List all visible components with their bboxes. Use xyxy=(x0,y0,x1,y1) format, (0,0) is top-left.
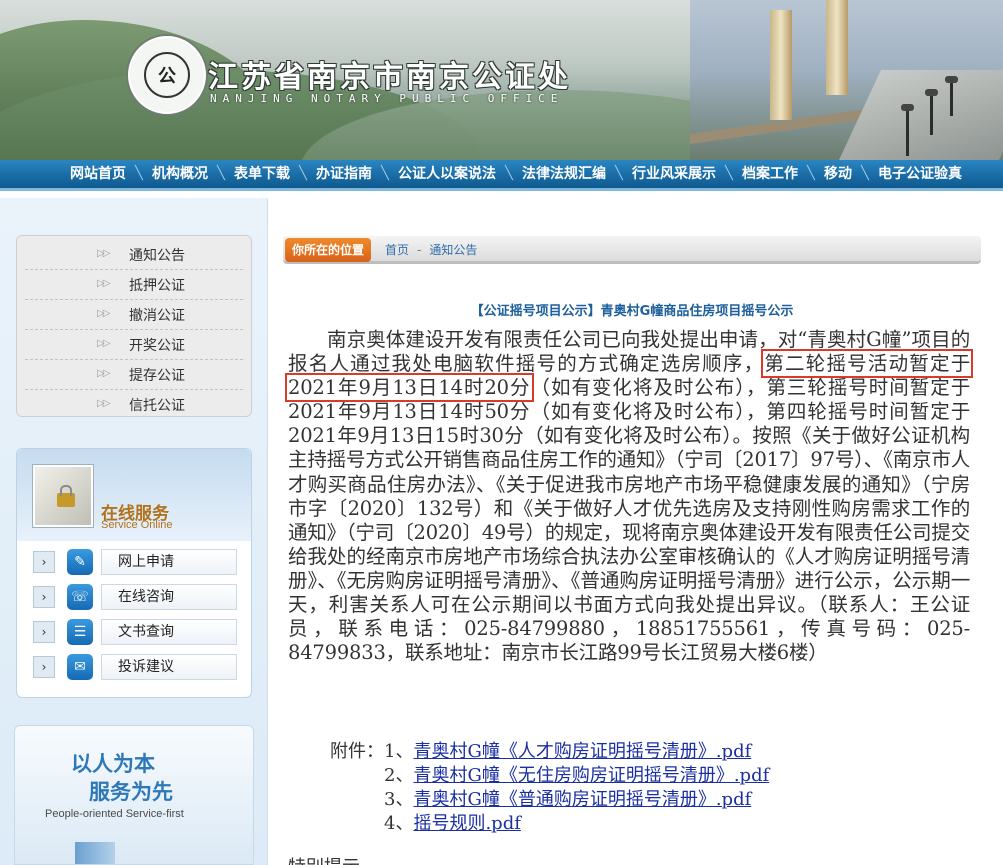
attachment-index: 2、 xyxy=(384,765,414,786)
nav-item-home[interactable]: 网站首页 xyxy=(56,160,138,188)
attachment-index: 4、 xyxy=(384,813,414,834)
site-title: 江苏省南京市南京公证处 xyxy=(208,60,571,95)
double-arrow-icon: ▷▷ xyxy=(97,338,110,349)
double-arrow-icon: ▷▷ xyxy=(97,398,110,409)
lock-icon xyxy=(57,485,75,507)
bridge-tower xyxy=(826,0,848,95)
bridge-tower xyxy=(770,10,792,120)
slogan-line1: 以人为本 xyxy=(71,752,155,776)
attachment-link[interactable]: 青奥村G幢《普通购房证明摇号清册》.pdf xyxy=(413,789,751,810)
street-lamp xyxy=(925,89,938,135)
online-service-subtitle: Service Online xyxy=(101,519,173,531)
attachment-link[interactable]: 摇号规则.pdf xyxy=(413,813,520,834)
breadcrumb-home-link[interactable]: 首页 xyxy=(385,243,409,257)
attachment-index: 1、 xyxy=(384,741,414,762)
article-text-part: （如有变化将及时公布），第三轮摇号时间暂定于2021年9月13日14时50分（如… xyxy=(288,376,970,665)
service-button-label[interactable]: 文书查询 xyxy=(101,619,237,645)
building-image xyxy=(75,842,115,864)
sidebar-item-label: 通知公告 xyxy=(129,247,185,264)
double-arrow-icon: ▷▷ xyxy=(97,308,110,319)
service-complaint[interactable]: › ✉ 投诉建议 xyxy=(33,652,237,682)
attachment-link[interactable]: 青奥村G幢《人才购房证明摇号清册》.pdf xyxy=(413,741,751,762)
nav-item-showcase[interactable]: 行业风采展示 xyxy=(615,160,728,188)
notice-menu: ▷▷ 通知公告 ▷▷ 抵押公证 ▷▷ 撤消公证 ▷▷ 开奖公证 ▷▷ 提存公证 … xyxy=(16,235,252,417)
chevron-right-icon[interactable]: › xyxy=(33,656,55,678)
double-arrow-icon: ▷▷ xyxy=(97,278,110,289)
attachment-link[interactable]: 青奥村G幢《无住房购房证明摇号清册》.pdf xyxy=(413,765,769,786)
online-service-header: 在线服务 Service Online xyxy=(17,449,251,541)
street-lamp xyxy=(945,76,958,116)
nav-item-mobile[interactable]: 移动 xyxy=(807,160,864,188)
site-banner: 公 江苏省南京市南京公证处 NANJING NOTARY PUBLIC OFFI… xyxy=(0,0,1003,160)
chevron-right-icon[interactable]: › xyxy=(33,551,55,573)
sidebar-item-lottery[interactable]: ▷▷ 开奖公证 xyxy=(25,330,243,360)
sidebar-item-escrow[interactable]: ▷▷ 提存公证 xyxy=(25,360,243,390)
attachment-row: 4、摇号规则.pdf xyxy=(330,812,980,836)
breadcrumb-path: 首页 - 通知公告 xyxy=(385,241,477,258)
breadcrumb-separator: - xyxy=(417,243,422,257)
service-button-label[interactable]: 在线咨询 xyxy=(101,584,237,610)
attachment-row: 附件：1、青奥村G幢《人才购房证明摇号清册》.pdf xyxy=(330,740,980,764)
main-nav: 网站首页 机构概况 表单下载 办证指南 公证人以案说法 法律法规汇编 行业风采展… xyxy=(0,160,1003,191)
seal-glyph: 公 xyxy=(144,52,190,98)
mouse-lock-image xyxy=(33,465,93,527)
attachment-row: 2、青奥村G幢《无住房购房证明摇号清册》.pdf xyxy=(330,764,980,788)
sidebar-item-trust[interactable]: ▷▷ 信托公证 xyxy=(25,390,243,420)
sidebar-item-label: 撤消公证 xyxy=(129,307,185,324)
nav-item-guide[interactable]: 办证指南 xyxy=(299,160,384,188)
double-arrow-icon: ▷▷ xyxy=(97,248,110,259)
nav-item-cases[interactable]: 公证人以案说法 xyxy=(381,160,508,188)
online-service-panel: 在线服务 Service Online › ✎ 网上申请 › ☏ 在线咨询 › … xyxy=(16,448,252,698)
sidebar-item-label: 抵押公证 xyxy=(129,277,185,294)
nav-item-laws[interactable]: 法律法规汇编 xyxy=(505,160,618,188)
service-button-label[interactable]: 投诉建议 xyxy=(101,654,237,680)
slogan-banner: 以人为本 服务为先 People-oriented Service-first xyxy=(14,725,254,865)
attachments-label: 附件： xyxy=(330,741,384,762)
attachments-list: 附件：1、青奥村G幢《人才购房证明摇号清册》.pdf 2、青奥村G幢《无住房购房… xyxy=(330,740,980,836)
service-button-label[interactable]: 网上申请 xyxy=(101,549,237,575)
nav-item-forms[interactable]: 表单下载 xyxy=(217,160,302,188)
sidebar-item-label: 提存公证 xyxy=(129,367,185,384)
sidebar-item-label: 开奖公证 xyxy=(129,337,185,354)
sidebar: ▷▷ 通知公告 ▷▷ 抵押公证 ▷▷ 撤消公证 ▷▷ 开奖公证 ▷▷ 提存公证 … xyxy=(0,198,268,865)
slogan-english: People-oriented Service-first xyxy=(45,808,184,820)
nav-item-about[interactable]: 机构概况 xyxy=(135,160,220,188)
breadcrumb-location-tag: 你所在的位置 xyxy=(285,238,371,262)
service-document-query[interactable]: › ☰ 文书查询 xyxy=(33,617,237,647)
sidebar-item-label: 信托公证 xyxy=(129,398,185,414)
nav-item-archives[interactable]: 档案工作 xyxy=(725,160,810,188)
site-subtitle: NANJING NOTARY PUBLIC OFFICE xyxy=(210,92,564,105)
slogan-line2: 服务为先 xyxy=(89,780,173,804)
headset-icon: ☏ xyxy=(67,584,93,610)
chevron-right-icon[interactable]: › xyxy=(33,586,55,608)
breadcrumb: 你所在的位置 首页 - 通知公告 xyxy=(283,236,981,264)
breadcrumb-current-link[interactable]: 通知公告 xyxy=(429,243,477,257)
article-title: 【公证摇号项目公示】青奥村G幢商品住房项目摇号公示 xyxy=(470,304,794,319)
nav-item-verify[interactable]: 电子公证验真 xyxy=(861,160,974,188)
attachment-row: 3、青奥村G幢《普通购房证明摇号清册》.pdf xyxy=(330,788,980,812)
article-body: 南京奥体建设开发有限责任公司已向我处提出申请，对“青奥村G幢”项目的报名人通过我… xyxy=(285,328,973,665)
service-online-consult[interactable]: › ☏ 在线咨询 xyxy=(33,582,237,612)
double-arrow-icon: ▷▷ xyxy=(97,368,110,379)
service-online-apply[interactable]: › ✎ 网上申请 xyxy=(33,547,237,577)
list-icon: ☰ xyxy=(67,619,93,645)
sidebar-item-notices[interactable]: ▷▷ 通知公告 xyxy=(25,240,243,270)
attachment-index: 3、 xyxy=(384,789,414,810)
street-lamp xyxy=(901,104,914,156)
sidebar-item-mortgage[interactable]: ▷▷ 抵押公证 xyxy=(25,270,243,300)
notary-seal-logo[interactable]: 公 xyxy=(128,36,206,114)
special-notice-heading: 特别提示 xyxy=(288,853,360,865)
chat-icon: ✉ xyxy=(67,654,93,680)
sidebar-item-revocation[interactable]: ▷▷ 撤消公证 xyxy=(25,300,243,330)
edit-icon: ✎ xyxy=(67,549,93,575)
chevron-right-icon[interactable]: › xyxy=(33,621,55,643)
